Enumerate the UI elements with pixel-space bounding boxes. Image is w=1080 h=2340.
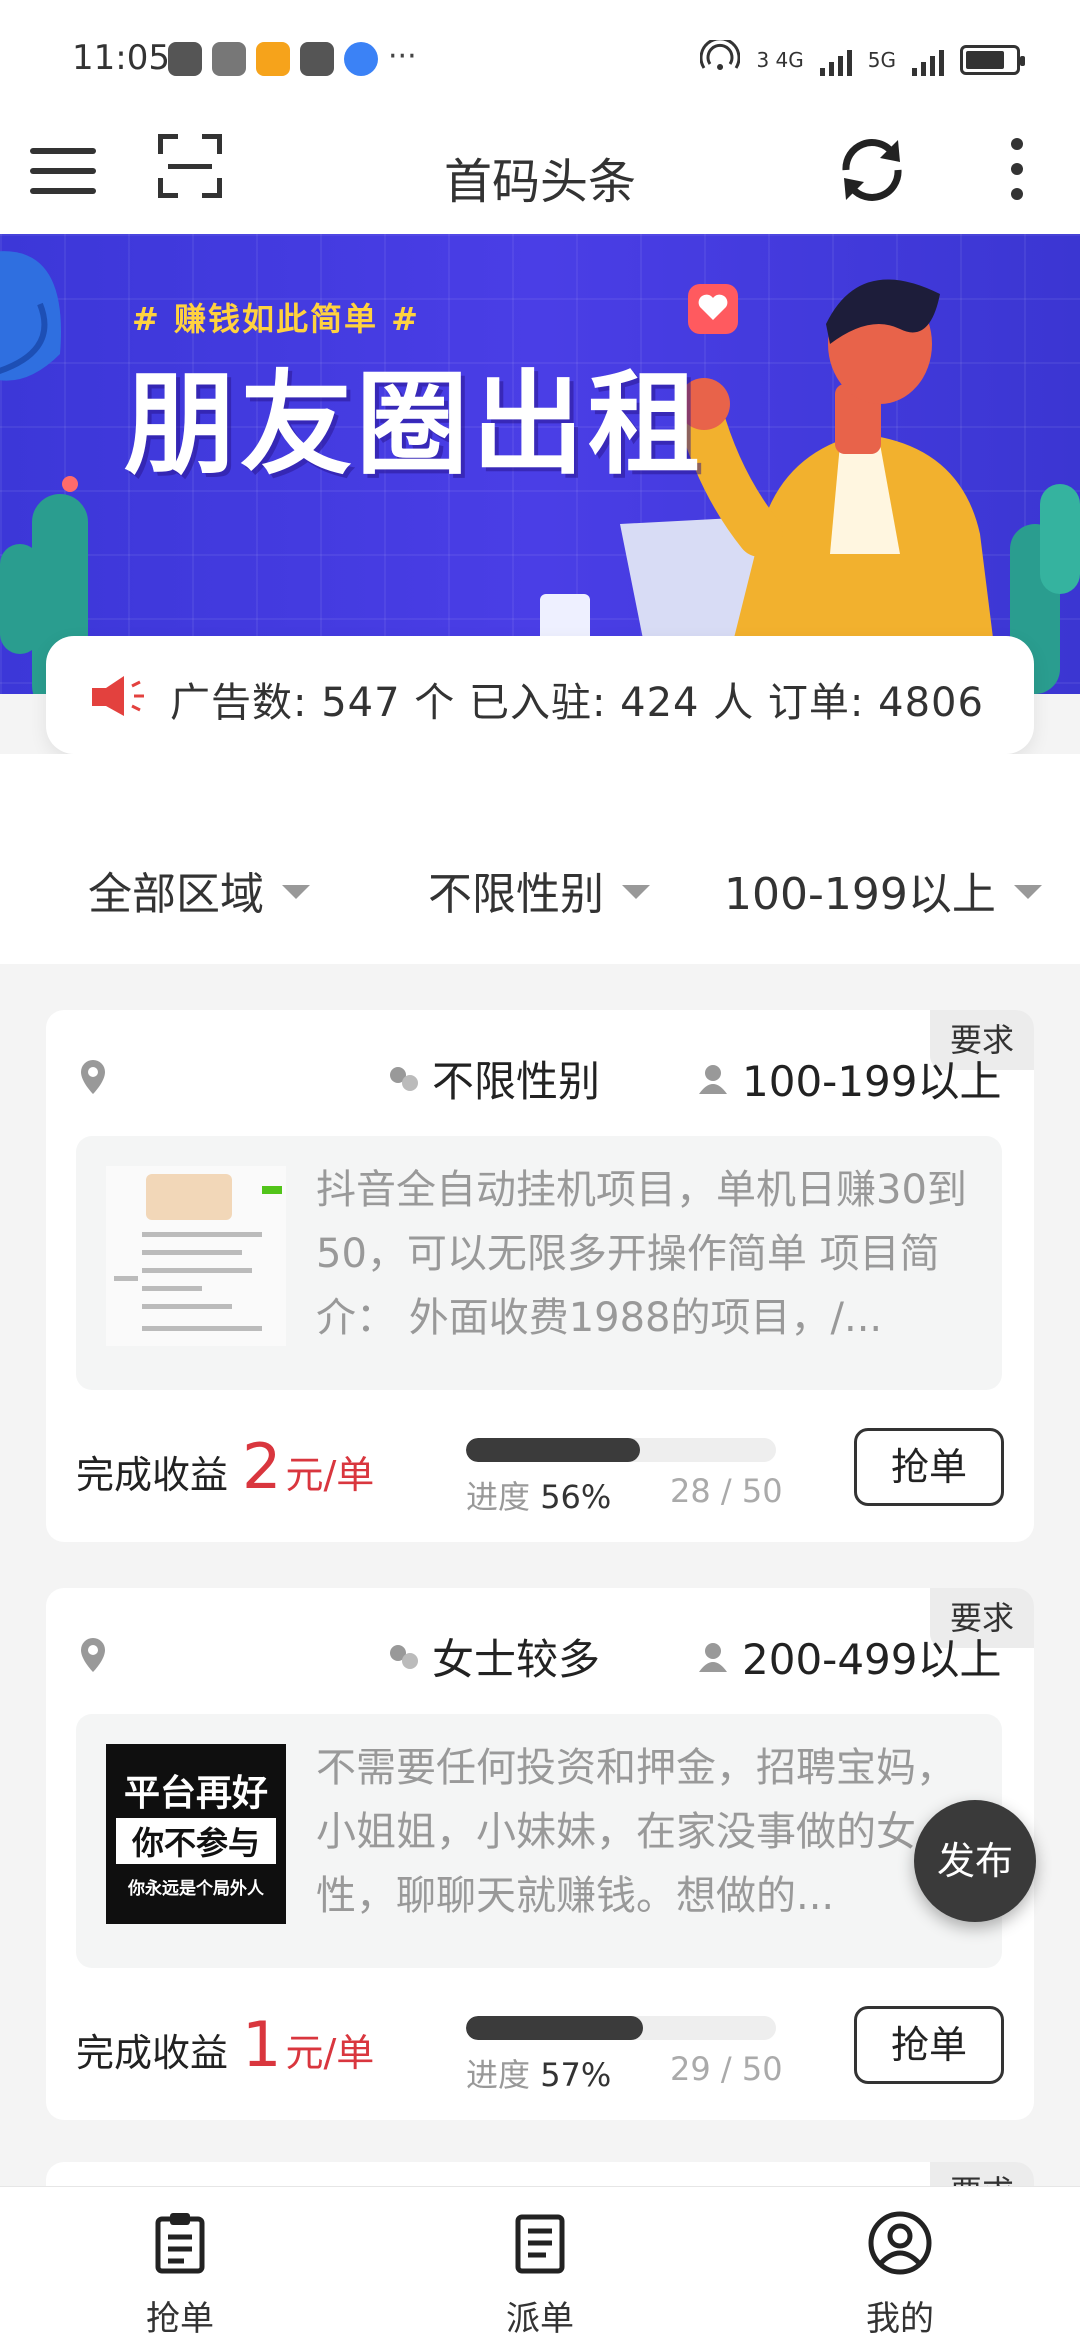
page-title: 首码头条 — [443, 154, 636, 210]
bottom-nav: 抢单 派单 我的 — [0, 2186, 1080, 2340]
earn-unit: 元/单 — [285, 1453, 375, 1497]
clipboard-icon — [155, 2213, 205, 2274]
hand-icon — [300, 42, 334, 76]
progress-caption: 进度 — [466, 1478, 531, 1516]
filter-gender-label: 不限性别 — [428, 869, 604, 920]
hotspot-icon — [699, 37, 741, 79]
task-description: 抖音全自动挂机项目，单机日赚30到50，可以无限多开操作简单 项目简介： 外面收… — [316, 1167, 967, 1341]
earnings: 完成收益 1 元/单 — [76, 2008, 374, 2081]
progress-fill — [466, 1438, 640, 1462]
nav-mine[interactable]: 我的 — [800, 2187, 1000, 2340]
battery-icon — [960, 44, 1025, 75]
chevron-down-icon — [622, 885, 650, 899]
progress-caption: 进度 — [466, 2056, 531, 2094]
gender-text: 不限性别 — [432, 1057, 601, 1106]
progress-label: 进度 56% — [466, 1472, 611, 1518]
progress-label: 进度 57% — [466, 2050, 611, 2096]
earn-value: 2 — [242, 1430, 282, 1503]
filter-age-label: 100-199以上 — [724, 869, 996, 920]
banner-headline: 朋友圈出租 — [124, 360, 704, 490]
age-requirement: 200-499以上 — [696, 1626, 1002, 1687]
thumb-line-3: 你永远是个局外人 — [128, 1879, 264, 1899]
location-pin-icon[interactable] — [78, 1636, 108, 1674]
filter-bar: 全部区域 不限性别 100-199以上 — [0, 754, 1080, 964]
gender-icon — [390, 1066, 418, 1091]
more-options-icon[interactable] — [1006, 134, 1026, 204]
earnings: 完成收益 2 元/单 — [76, 1430, 374, 1503]
nav-grab-orders[interactable]: 抢单 — [80, 2187, 280, 2340]
task-card[interactable]: 要求 女士较多 200-499以上 平台再好 你不参与 你永远是个局外人 不需要… — [46, 1588, 1034, 2120]
promo-banner[interactable]: # 赚钱如此简单 # 朋友圈出租 — [0, 234, 1080, 694]
earn-label: 完成收益 — [76, 2031, 229, 2075]
progress-percent: 56% — [540, 1478, 612, 1516]
progress-bar — [466, 1438, 776, 1462]
signal-icon-2 — [912, 44, 944, 76]
shopping-bag-icon — [168, 42, 202, 76]
signal-icon — [819, 44, 852, 76]
earn-label: 完成收益 — [76, 1453, 229, 1497]
nav-label: 抢单 — [146, 2299, 214, 2339]
user-circle-icon — [868, 2211, 932, 2275]
thumb-line-2: 你不参与 — [116, 1818, 276, 1864]
video-icon — [256, 42, 290, 76]
gender-icon — [390, 1644, 418, 1669]
progress-fill — [466, 2016, 643, 2040]
nav-dispatch[interactable]: 派单 — [440, 2187, 640, 2340]
alipay-icon — [212, 42, 246, 76]
grab-order-button[interactable]: 抢单 — [854, 1428, 1004, 1506]
progress-count: 28 / 50 — [670, 1472, 783, 1510]
age-text: 200-499以上 — [742, 1635, 1002, 1684]
task-description: 不需要任何投资和押金，招聘宝妈，小姐姐，小妹妹，在家没事做的女性，聊聊天就赚钱。… — [316, 1745, 956, 1919]
earn-unit: 元/单 — [285, 2031, 375, 2075]
network-label-2: 5G — [867, 47, 896, 72]
refresh-icon[interactable] — [832, 130, 912, 210]
network-label-1: 3 4G — [756, 47, 804, 72]
grab-order-button[interactable]: 抢单 — [854, 2006, 1004, 2084]
nav-label: 我的 — [866, 2299, 934, 2339]
people-icon — [699, 1064, 727, 1094]
filter-region[interactable]: 全部区域 — [88, 858, 310, 922]
stats-card: 广告数: 547 个 已入驻: 424 人 订单: 4806 — [46, 636, 1034, 754]
task-thumbnail — [106, 1166, 286, 1346]
chevron-down-icon — [282, 885, 310, 899]
gender-requirement: 女士较多 — [386, 1626, 600, 1687]
nav-label: 派单 — [506, 2299, 574, 2339]
progress-count: 29 / 50 — [670, 2050, 783, 2088]
progress-bar — [466, 2016, 776, 2040]
task-body[interactable]: 平台再好 你不参与 你永远是个局外人 不需要任何投资和押金，招聘宝妈，小姐姐，小… — [76, 1714, 1002, 1968]
age-requirement: 100-199以上 — [696, 1048, 1002, 1109]
notification-icons: ··· — [168, 42, 417, 76]
filter-age[interactable]: 100-199以上 — [724, 858, 1042, 922]
task-card[interactable]: 要求 不限性别 100-199以上 抖音全自动挂机项目，单机日赚30到50，可以… — [46, 1010, 1034, 1542]
speaker-icon — [92, 676, 144, 716]
app-bar: 首码头条 — [0, 120, 1080, 234]
globe-icon — [344, 42, 378, 76]
stats-text: 广告数: 547 个 已入驻: 424 人 订单: 4806 — [170, 680, 984, 726]
gender-requirement: 不限性别 — [386, 1048, 600, 1109]
document-list-icon — [515, 2214, 565, 2274]
more-notifications-icon: ··· — [388, 39, 417, 74]
gender-text: 女士较多 — [432, 1635, 601, 1684]
task-thumbnail: 平台再好 你不参与 你永远是个局外人 — [106, 1744, 286, 1924]
thumb-line-1: 平台再好 — [123, 1773, 268, 1814]
status-bar: 11:05 ··· 3 4G 5G — [0, 0, 1080, 120]
filter-gender[interactable]: 不限性别 — [428, 858, 650, 922]
publish-button[interactable]: 发布 — [914, 1800, 1036, 1922]
age-text: 100-199以上 — [742, 1057, 1002, 1106]
status-time: 11:05 — [72, 38, 170, 78]
location-pin-icon[interactable] — [78, 1058, 108, 1096]
filter-region-label: 全部区域 — [88, 869, 264, 920]
earn-value: 1 — [242, 2008, 282, 2081]
status-right: 3 4G 5G — [699, 37, 1025, 79]
progress-percent: 57% — [540, 2056, 612, 2094]
task-body[interactable]: 抖音全自动挂机项目，单机日赚30到50，可以无限多开操作简单 项目简介： 外面收… — [76, 1136, 1002, 1390]
people-icon — [699, 1642, 727, 1672]
chevron-down-icon — [1013, 885, 1042, 899]
